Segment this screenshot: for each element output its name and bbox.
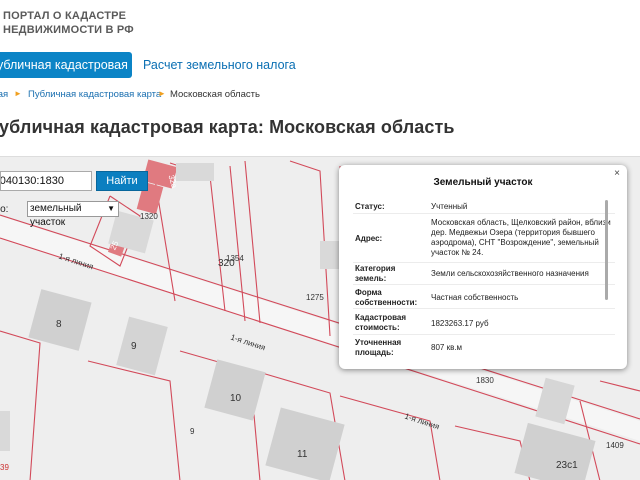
search-type-label: Искать по: [0,204,9,215]
search-type-select[interactable]: земельный участок ▼ [27,201,119,228]
house-number: 23с1 [556,460,578,471]
building-gray [320,241,340,269]
address-label: Адрес: [355,234,383,243]
logo-line-1: ПОРТАЛ О КАДАСТРЕ [3,10,127,22]
house-10 [204,359,266,421]
parcel-info-popup: × Земельный участок Статус: Учтенный Адр… [339,165,627,369]
popup-scrollbar[interactable] [605,200,608,300]
row-cost: Кадастровая стоимость: 1823263.17 руб [353,311,615,335]
status-value: Учтенный [431,202,468,211]
house-number: 9 [131,341,137,352]
row-status: Статус: Учтенный [353,200,615,214]
breadcrumb-separator-icon: ► [158,89,166,98]
status-label: Статус: [355,202,385,211]
page-title: Публичная кадастровая карта: Московская … [0,117,455,137]
plot-label: 1830 [476,376,494,385]
root: { "header": { "logo_line1": "ПОРТАЛ О КА… [0,0,640,480]
plot-label: 1409 [606,441,624,450]
cost-value: 1823263.17 руб [431,319,489,328]
plot-label: 1275 [306,293,324,302]
logo-line-2: НЕДВИЖИМОСТИ В РФ [3,24,134,36]
area-label: Уточненная площадь: [355,338,402,357]
building-gray [0,411,10,451]
breadcrumb-current: Московская область [170,89,260,100]
area-value: 807 кв.м [431,343,463,352]
row-area: Уточненная площадь: 807 кв.м [353,337,615,361]
category-value: Земли сельскохозяйственного назначения [431,269,589,278]
house-number: 8 [56,319,62,330]
house-9 [116,316,168,376]
plot-label: 320 [218,258,235,269]
popup-title: Земельный участок [433,177,533,188]
cost-label: Кадастровая стоимость: [355,313,407,332]
address-value: Московская область, Щелковский район, вб… [431,218,611,257]
category-label: Категория земель: [355,264,396,283]
ownership-label: Форма собственности: [355,288,418,307]
house-number: 11 [297,449,308,460]
find-button[interactable]: Найти [96,171,148,191]
plot-label: 1320 [140,212,158,221]
chevron-down-icon: ▼ [107,204,115,213]
ownership-value: Частная собственность [431,293,519,302]
nav-tab-land-tax[interactable]: Расчет земельного налога [143,52,296,78]
cadastral-number-input[interactable]: 50:14:0040130:1830 [0,171,92,191]
breadcrumb-home[interactable]: Главная [0,89,8,100]
house-11 [265,407,345,480]
breadcrumb-separator-icon: ► [14,89,22,98]
row-address: Адрес: Московская область, Щелковский ра… [353,216,615,263]
plot-label: 39 [0,463,9,472]
plot-label: 9 [190,427,195,436]
house-number: 10 [230,393,242,404]
row-ownership: Форма собственности: Частная собственнос… [353,287,615,309]
site-logo[interactable]: ПОРТАЛ О КАДАСТРЕ НЕДВИЖИМОСТИ В РФ [3,9,134,37]
header: ПОРТАЛ О КАДАСТРЕ НЕДВИЖИМОСТИ В РФ [0,0,640,48]
building-gray [176,163,214,181]
nav-tab-cadastral-map[interactable]: Публичная кадастровая карта [0,52,132,78]
main-nav: Публичная кадастровая карта Расчет земел… [0,52,640,78]
house-23c1 [514,422,596,480]
row-category: Категория земель: Земли сельскохозяйстве… [353,263,615,285]
breadcrumb-map[interactable]: Публичная кадастровая карта [28,89,161,100]
